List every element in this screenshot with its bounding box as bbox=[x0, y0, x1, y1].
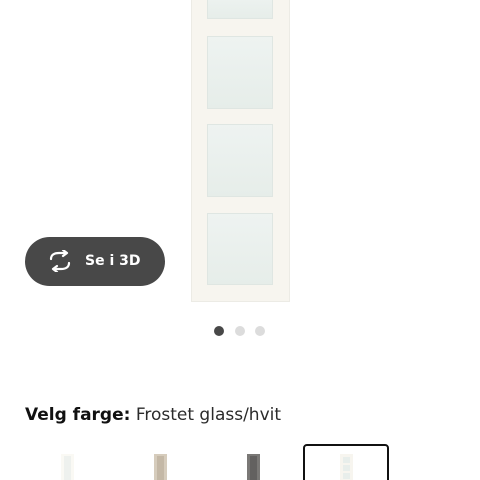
door-thumbnail bbox=[61, 454, 74, 480]
glass-pane bbox=[207, 124, 273, 197]
door-thumbnail bbox=[247, 454, 260, 480]
color-swatch-dark-grey[interactable] bbox=[211, 444, 297, 480]
product-page: Se i 3D Velg farge: Frostet glass/hvit bbox=[0, 0, 480, 480]
glass-pane bbox=[207, 36, 273, 109]
color-swatch-frosted-white[interactable] bbox=[25, 444, 111, 480]
color-value: Frostet glass/hvit bbox=[135, 405, 282, 425]
rotate-3d-icon bbox=[49, 250, 71, 272]
product-image bbox=[191, 0, 290, 302]
color-selector-heading: Velg farge: Frostet glass/hvit bbox=[25, 404, 281, 426]
view-3d-label: Se i 3D bbox=[85, 253, 141, 269]
color-swatch-frosted-glass-white[interactable] bbox=[303, 444, 389, 480]
color-swatch-beige[interactable] bbox=[118, 444, 204, 480]
glass-pane bbox=[207, 0, 273, 19]
door-thumbnail bbox=[154, 454, 167, 480]
carousel-dot[interactable] bbox=[235, 326, 245, 336]
glass-pane bbox=[207, 213, 273, 285]
carousel-dot-active[interactable] bbox=[214, 326, 224, 336]
view-3d-button[interactable]: Se i 3D bbox=[25, 237, 165, 286]
color-label: Velg farge: bbox=[25, 405, 131, 425]
carousel-pagination bbox=[214, 326, 268, 336]
carousel-dot[interactable] bbox=[255, 326, 265, 336]
door-thumbnail bbox=[340, 454, 353, 480]
